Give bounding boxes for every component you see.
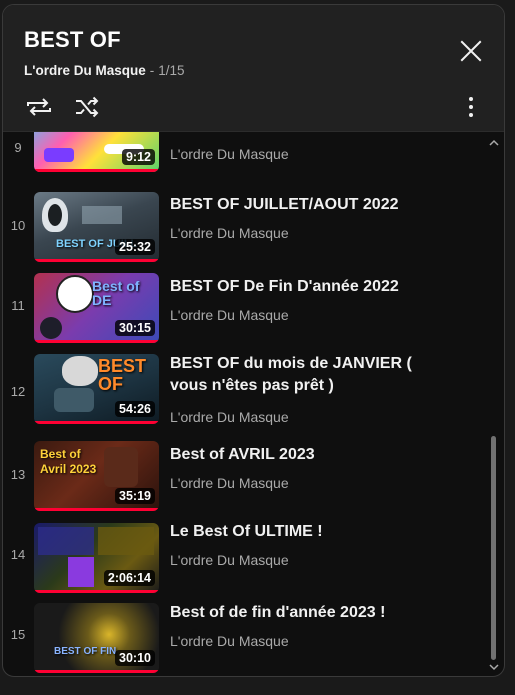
thumbnail-panel-left: [38, 527, 94, 555]
video-channel[interactable]: L'ordre Du Masque: [170, 475, 289, 491]
playlist-item[interactable]: 13 Best of Avril 2023 35:19 Best of AVRI…: [3, 441, 483, 521]
playlist-position: 1/15: [158, 63, 185, 78]
watch-progress: [34, 340, 159, 343]
video-thumbnail[interactable]: 9:12: [34, 132, 159, 172]
video-channel[interactable]: L'ordre Du Masque: [170, 552, 289, 568]
thumbnail-character: [68, 557, 94, 587]
video-title[interactable]: Best of de fin d'année 2023 !: [170, 602, 460, 624]
video-channel[interactable]: L'ordre Du Masque: [170, 146, 289, 162]
video-title[interactable]: BEST OF du mois de JANVIER ( vous n'êtes…: [170, 353, 450, 397]
video-title[interactable]: Best of AVRIL 2023: [170, 444, 460, 466]
playlist-subtitle: L'ordre Du Masque -1/15: [24, 63, 185, 78]
thumbnail-meme-face: [56, 275, 94, 313]
video-channel[interactable]: L'ordre Du Masque: [170, 409, 289, 425]
thumbnail-penguin-body: [48, 204, 62, 226]
thumbnail-panel-right: [98, 527, 154, 555]
watch-progress: [34, 259, 159, 262]
thumbnail-text: Best of DE: [92, 278, 140, 308]
thumbnail-text: Best of Avril 2023: [40, 447, 97, 476]
video-thumbnail[interactable]: BEST OF FIN 30:10: [34, 603, 159, 673]
item-index: 10: [10, 218, 26, 233]
scroll-down-icon[interactable]: [489, 662, 499, 672]
video-duration: 9:12: [121, 149, 155, 165]
video-channel[interactable]: L'ordre Du Masque: [170, 633, 289, 649]
thumbnail-character: [54, 388, 94, 412]
scrollbar-thumb[interactable]: [491, 436, 496, 660]
playlist-item[interactable]: 12 BEST OF 54:26 BEST OF du mois de JANV…: [3, 351, 483, 431]
item-index: 13: [10, 467, 26, 482]
close-icon: [460, 40, 482, 62]
video-duration: 30:10: [115, 650, 155, 666]
video-thumbnail[interactable]: Best of DE 30:15: [34, 273, 159, 343]
thumbnail-structure: [82, 206, 122, 224]
thumbnail-character: [44, 148, 74, 162]
playlist-title[interactable]: BEST OF: [24, 27, 121, 53]
video-channel[interactable]: L'ordre Du Masque: [170, 307, 289, 323]
playlist-header: BEST OF L'ordre Du Masque -1/15: [3, 5, 504, 132]
playlist-item[interactable]: 9 9:12 L'ordre Du Masque: [3, 132, 483, 178]
item-index: 15: [10, 627, 26, 642]
playlist-item[interactable]: 11 Best of DE 30:15 BEST OF De Fin D'ann…: [3, 271, 483, 351]
video-channel[interactable]: L'ordre Du Masque: [170, 225, 289, 241]
video-duration: 54:26: [115, 401, 155, 417]
channel-link[interactable]: L'ordre Du Masque: [24, 63, 146, 78]
playlist-item[interactable]: 14 2:06:14 Le Best Of ULTIME ! L'ordre D…: [3, 521, 483, 601]
playlist-item[interactable]: 10 BEST OF JUILL 25:32 BEST OF JUILLET/A…: [3, 191, 483, 271]
watch-progress: [34, 590, 159, 593]
video-title[interactable]: BEST OF JUILLET/AOUT 2022: [170, 194, 460, 216]
video-thumbnail[interactable]: 2:06:14: [34, 523, 159, 593]
thumbnail-character: [40, 317, 62, 339]
more-options-button[interactable]: [455, 91, 487, 123]
subtitle-separator: -: [149, 63, 155, 78]
watch-progress: [34, 508, 159, 511]
video-thumbnail[interactable]: Best of Avril 2023 35:19: [34, 441, 159, 511]
video-thumbnail[interactable]: BEST OF 54:26: [34, 354, 159, 424]
thumbnail-text: BEST OF FIN: [54, 646, 117, 657]
watch-progress: [34, 421, 159, 424]
item-index: 11: [11, 298, 25, 313]
watch-progress: [34, 169, 159, 172]
close-button[interactable]: [453, 33, 489, 69]
scroll-up-icon[interactable]: [489, 138, 499, 148]
thumbnail-character: [104, 447, 138, 487]
shuffle-icon: [76, 96, 99, 118]
video-title[interactable]: Le Best Of ULTIME !: [170, 521, 460, 543]
video-thumbnail[interactable]: BEST OF JUILL 25:32: [34, 192, 159, 262]
thumbnail-troll-face: [62, 356, 98, 386]
playlist-items[interactable]: 9 9:12 L'ordre Du Masque 10 BEST OF JUIL…: [3, 132, 504, 676]
video-duration: 2:06:14: [103, 570, 155, 586]
item-index: 12: [10, 384, 26, 399]
playlist-item[interactable]: 15 BEST OF FIN 30:10 Best of de fin d'an…: [3, 601, 483, 676]
item-index: 14: [10, 547, 26, 562]
loop-button[interactable]: [23, 91, 55, 123]
item-index: 9: [14, 140, 22, 155]
playlist-panel: BEST OF L'ordre Du Masque -1/15 9 9:12 L…: [2, 4, 505, 677]
loop-icon: [27, 98, 51, 116]
watch-progress: [34, 670, 159, 673]
video-duration: 35:19: [115, 488, 155, 504]
video-duration: 30:15: [115, 320, 155, 336]
video-duration: 25:32: [115, 239, 155, 255]
video-title[interactable]: BEST OF De Fin D'année 2022: [170, 276, 460, 298]
more-vert-icon: [469, 97, 473, 117]
thumbnail-text: BEST OF: [98, 356, 147, 394]
shuffle-button[interactable]: [71, 91, 103, 123]
